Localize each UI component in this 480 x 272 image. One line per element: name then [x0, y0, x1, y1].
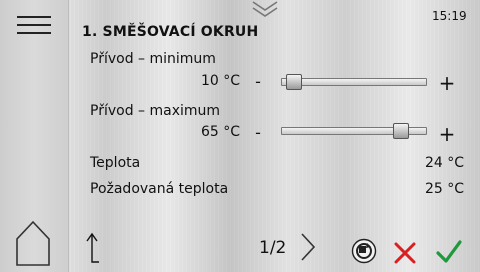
page-indicator: 1/2: [259, 238, 287, 258]
home-icon: [16, 220, 50, 266]
supply-max-value: 65 °C: [200, 124, 240, 140]
temperature-value: 24 °C: [424, 155, 464, 171]
confirm-button[interactable]: [435, 239, 463, 265]
supply-max-increase-button[interactable]: +: [438, 124, 456, 144]
supply-min-increase-button[interactable]: +: [438, 73, 456, 93]
chevron-right-icon: [301, 233, 316, 261]
sidebar: [0, 0, 69, 272]
supply-min-slider[interactable]: [281, 74, 427, 90]
supply-min-label: Přívod – minimum: [90, 51, 216, 67]
page-title: 1. SMĚŠOVACÍ OKRUH: [82, 24, 259, 40]
double-chevron-down-icon[interactable]: [250, 0, 280, 20]
supply-max-label: Přívod – maximum: [90, 103, 221, 119]
arrow-up-icon: [86, 232, 99, 263]
supply-min-value: 10 °C: [200, 73, 240, 89]
close-icon: [394, 242, 416, 264]
menu-icon-bar: [17, 16, 51, 18]
cancel-button[interactable]: [393, 241, 417, 265]
menu-icon-bar: [17, 32, 51, 34]
required-temperature-label: Požadovaná teplota: [90, 181, 229, 197]
home-button[interactable]: [15, 220, 51, 266]
back-up-button[interactable]: [84, 232, 100, 264]
slider-thumb[interactable]: [393, 123, 409, 139]
menu-icon-bar: [17, 24, 51, 26]
supply-max-slider[interactable]: [281, 123, 427, 139]
required-temperature-value: 25 °C: [424, 181, 464, 197]
check-icon: [436, 240, 462, 263]
next-page-button[interactable]: [298, 232, 318, 262]
menu-button[interactable]: [17, 14, 51, 36]
reset-button[interactable]: [351, 238, 377, 264]
clock: 15:19: [432, 9, 467, 23]
temperature-label: Teplota: [90, 155, 141, 171]
reset-icon: [351, 238, 377, 264]
slider-track: [281, 78, 427, 86]
supply-min-decrease-button[interactable]: -: [251, 72, 265, 91]
slider-thumb[interactable]: [286, 74, 302, 90]
supply-max-decrease-button[interactable]: -: [251, 123, 265, 142]
